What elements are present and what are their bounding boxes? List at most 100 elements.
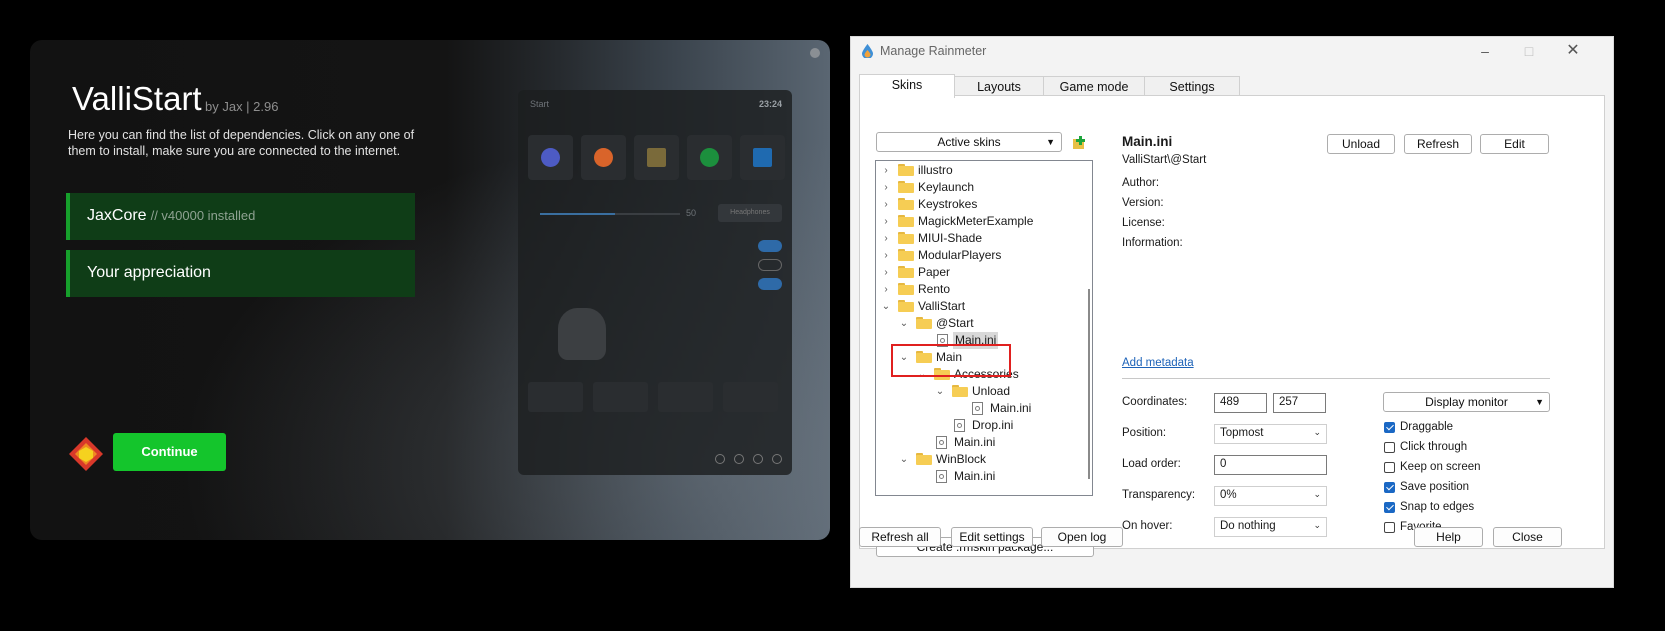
preview-output-button: Headphones [718,204,782,222]
add-metadata-link[interactable]: Add metadata [1122,357,1194,369]
edit-settings-button[interactable]: Edit settings [951,527,1033,547]
firefox-icon [581,135,626,180]
ini-file-icon [936,436,947,449]
refresh-all-button[interactable]: Refresh all [859,527,941,547]
unload-button[interactable]: Unload [1327,134,1395,154]
active-skins-dropdown[interactable]: Active skins ▼ [876,132,1062,152]
transparency-select[interactable]: 0% ⌄ [1214,486,1327,506]
tree-item-label: Main.ini [954,469,996,483]
skins-panel: Active skins ▼ › illustro › Keylaunch › Keys… [859,95,1605,557]
information-label: Information: [1122,237,1183,249]
preview-display-modes [528,382,778,412]
dropdown-arrow-icon: ▼ [1046,137,1055,147]
start-menu-preview: Start 23:24 50 Headphones [518,90,792,475]
checkbox-label: Keep on screen [1400,461,1481,473]
display-monitor-dropdown[interactable]: Display monitor ▼ [1383,392,1550,412]
spotify-icon [687,135,732,180]
installer-title: ValliStart [72,80,202,117]
close-icon[interactable]: ✕ [1551,40,1595,62]
rainmeter-drop-icon [862,44,873,58]
close-dot-icon[interactable] [810,48,820,58]
coordinate-y-field[interactable]: 257 [1273,393,1326,413]
tree-item-label: Unload [972,384,1011,398]
on-hover-select[interactable]: Do nothing ⌄ [1214,517,1327,537]
tree-item-label: illustro [918,163,953,177]
checkbox-label: Draggable [1400,421,1454,433]
window-title: Manage Rainmeter [880,44,987,58]
tree-item-label: ModularPlayers [918,248,1002,262]
help-button[interactable]: Help [1414,527,1483,547]
checkbox-icon [1384,462,1395,473]
checkbox-icon [1384,482,1395,493]
tab-game-mode[interactable]: Game mode [1043,76,1145,97]
discord-icon [528,135,573,180]
tree-item-label: Paper [918,265,951,279]
preview-time: 23:24 [758,99,782,109]
checkbox-icon [1384,522,1395,533]
checkbox-label: Save position [1400,481,1470,493]
divider [1122,378,1550,379]
position-value: Topmost [1220,427,1264,439]
tree-item-label: @Start [936,316,974,330]
checkbox-icon [1384,502,1395,513]
skins-tree[interactable]: › illustro › Keylaunch › Keystrokes › Magick… [875,160,1093,496]
chevron-down-icon: ⌄ [1313,520,1321,530]
preview-volume-value: 50 [686,208,697,218]
open-log-button[interactable]: Open log [1041,527,1123,547]
load-order-label: Load order: [1122,458,1181,470]
tree-item-label: ValliStart [918,299,966,313]
tree-scrollbar[interactable] [1088,289,1090,479]
installer-description: Here you can find the list of dependenci… [68,128,415,158]
version-label: Version: [1122,197,1164,209]
dependency-label: Your appreciation [87,264,211,281]
toggle-icon [758,259,782,271]
window-body: Skins Layouts Game mode Settings Active … [851,65,1613,587]
ini-file-icon [954,419,965,432]
dependency-label: JaxCore [87,207,147,224]
continue-button[interactable]: Continue [113,433,226,471]
ini-file-icon [972,402,983,415]
dependency-appreciation-button[interactable]: Your appreciation [66,250,415,297]
photo-app-icon [634,135,679,180]
active-skins-label: Active skins [937,135,1001,149]
minimize-icon[interactable]: – [1463,40,1507,62]
coordinate-x-field[interactable]: 489 [1214,393,1267,413]
title-bar: Manage Rainmeter – □ ✕ [851,37,1613,65]
tree-item-label: MIUI-Shade [918,231,983,245]
tree-item-label: WinBlock [936,452,987,466]
dependency-status: // v40000 installed [150,208,256,223]
coordinates-label: Coordinates: [1122,396,1188,408]
load-order-field[interactable]: 0 [1214,455,1327,475]
checkbox-label: Click through [1400,441,1468,453]
tree-item-label: Main.ini [990,401,1032,415]
toggle-icon [758,278,782,290]
author-label: Author: [1122,177,1160,189]
skin-path: ValliStart\@Start [1122,154,1207,166]
tree-item-label: Keystrokes [918,197,978,211]
tab-skins[interactable]: Skins [859,74,955,98]
close-button[interactable]: Close [1493,527,1562,547]
tree-item-label: Main.ini [954,435,996,449]
dropdown-arrow-icon: ▼ [1535,397,1544,407]
vscode-icon [740,135,785,180]
checkbox-label: Snap to edges [1400,501,1475,513]
position-label: Position: [1122,427,1167,439]
maximize-icon[interactable]: □ [1507,40,1551,62]
position-select[interactable]: Topmost ⌄ [1214,424,1327,444]
checkbox-icon [1384,422,1395,433]
tab-layouts[interactable]: Layouts [954,76,1044,97]
ini-file-icon [936,470,947,483]
preview-power-row [528,454,782,466]
add-skin-icon[interactable] [1073,136,1086,150]
dependency-jaxcore-button[interactable]: JaxCore// v40000 installed [66,193,415,240]
chevron-down-icon: ⌄ [1313,427,1321,437]
highlight-annotation-box [891,344,1011,377]
on-hover-value: Do nothing [1220,520,1276,532]
refresh-button[interactable]: Refresh [1404,134,1472,154]
transparency-label: Transparency: [1122,489,1196,501]
preview-media-panel [528,302,782,362]
preview-title: Start [530,99,550,109]
tab-settings[interactable]: Settings [1144,76,1240,97]
license-label: License: [1122,217,1165,229]
edit-button[interactable]: Edit [1480,134,1549,154]
